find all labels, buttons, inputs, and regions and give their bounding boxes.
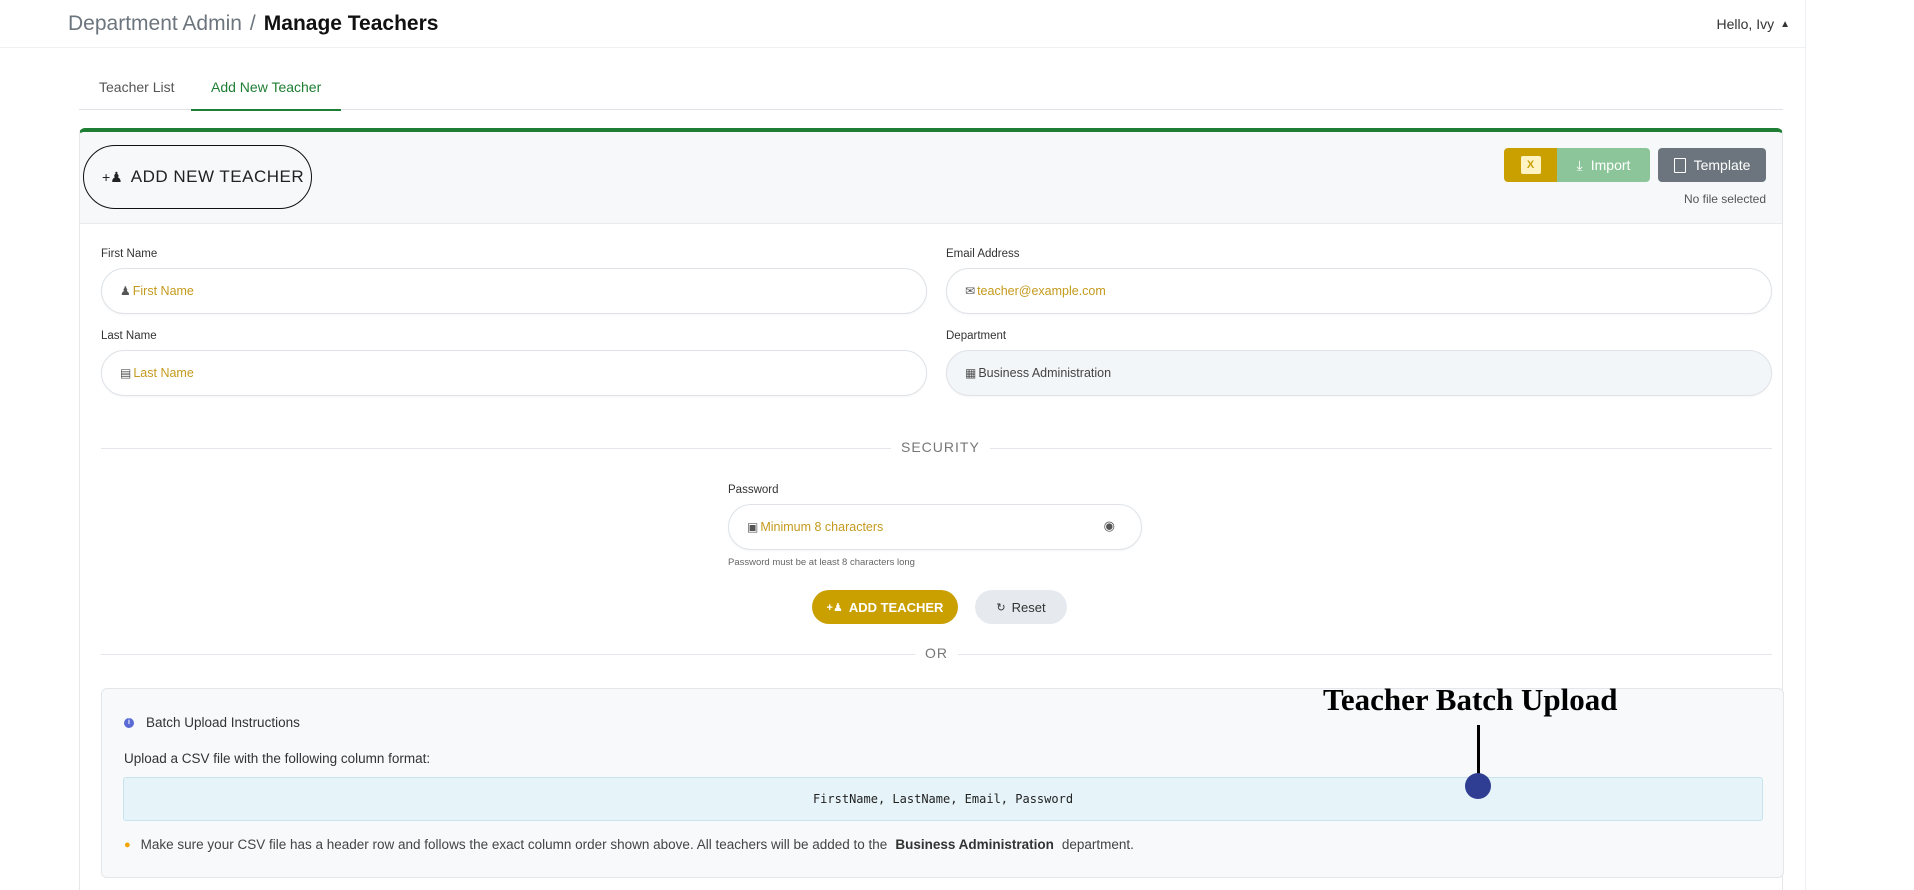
tip-department: Business Administration xyxy=(895,837,1054,852)
add-teacher-button[interactable]: +♟ ADD TEACHER xyxy=(812,590,958,624)
user-plus-icon: +♟ xyxy=(102,168,123,185)
reset-button[interactable]: ↻ Reset xyxy=(975,590,1067,624)
template-button[interactable]: Template xyxy=(1658,148,1766,182)
csv-format-box: FirstName, LastName, Email, Password xyxy=(123,777,1763,821)
reset-label: Reset xyxy=(1011,599,1046,615)
department-value: Business Administration xyxy=(978,366,1112,380)
security-heading: SECURITY xyxy=(891,439,990,455)
first-name-label: First Name xyxy=(101,248,158,260)
envelope-icon: ✉ xyxy=(965,284,976,298)
info-icon: i xyxy=(124,717,134,728)
card-title: +♟ ADD NEW TEACHER xyxy=(83,145,312,209)
download-icon: ⤓ xyxy=(1576,156,1583,173)
csv-columns: FirstName, LastName, Email, Password xyxy=(812,792,1074,806)
eye-icon[interactable]: ◉ xyxy=(1104,518,1115,534)
last-name-label: Last Name xyxy=(101,330,157,342)
chevron-up-icon: ▲ xyxy=(1780,19,1790,30)
lock-icon: ▣ xyxy=(747,520,759,534)
password-hint: Password must be at least 8 characters l… xyxy=(728,557,915,568)
first-name-placeholder: First Name xyxy=(132,284,194,298)
refresh-icon: ↻ xyxy=(996,601,1006,614)
file-status: No file selected xyxy=(1683,192,1766,206)
add-teacher-card: +♟ ADD NEW TEACHER X ⤓ Import Template N… xyxy=(79,128,1784,890)
page-title: Manage Teachers xyxy=(263,12,439,35)
password-label: Password xyxy=(728,484,779,496)
user-greeting: Hello, Ivy xyxy=(1716,16,1775,32)
password-placeholder: Minimum 8 characters xyxy=(760,520,884,534)
last-name-placeholder: Last Name xyxy=(133,366,194,380)
department-field: ▦ Business Administration xyxy=(946,350,1772,396)
card-header: +♟ ADD NEW TEACHER X ⤓ Import Template N… xyxy=(80,132,1782,224)
file-icon xyxy=(1673,157,1686,173)
last-name-field[interactable]: ▤ Last Name xyxy=(101,350,927,396)
app-shell: Department Admin / Manage Teachers Hello, … xyxy=(0,0,1806,890)
tip-text-end: department. xyxy=(1061,837,1134,852)
building-icon: ▦ xyxy=(965,366,977,380)
breadcrumb-separator: / xyxy=(249,12,256,35)
excel-icon: X xyxy=(1520,156,1541,174)
breadcrumb-parent[interactable]: Department Admin xyxy=(68,12,242,35)
batch-title-text: Batch Upload Instructions xyxy=(146,715,300,730)
template-label: Template xyxy=(1693,157,1751,173)
batch-tip: ● Make sure your CSV file has a header r… xyxy=(124,837,1134,852)
annotation-marker xyxy=(1465,773,1491,799)
batch-subtitle: Upload a CSV file with the following col… xyxy=(124,751,431,766)
add-teacher-label: ADD TEACHER xyxy=(848,599,944,615)
tip-text: Make sure your CSV file has a header row… xyxy=(140,837,888,852)
import-button-group: X ⤓ Import Template xyxy=(1504,148,1766,182)
card-title-text: ADD NEW TEACHER xyxy=(130,167,305,186)
id-card-icon: ▤ xyxy=(120,366,132,380)
tab-add-new-teacher[interactable]: Add New Teacher xyxy=(191,80,342,111)
annotation-label: Teacher Batch Upload xyxy=(1323,682,1618,717)
breadcrumb: Department Admin / Manage Teachers xyxy=(68,12,438,36)
email-field[interactable]: ✉ teacher@example.com xyxy=(946,268,1772,314)
email-label: Email Address xyxy=(946,248,1020,260)
user-icon: ♟ xyxy=(120,284,131,298)
import-label: Import xyxy=(1590,157,1631,173)
top-bar: Department Admin / Manage Teachers Hello, … xyxy=(0,0,1806,48)
user-plus-icon: +♟ xyxy=(826,601,843,614)
batch-title: i Batch Upload Instructions xyxy=(124,715,300,730)
tab-bar: Teacher List Add New Teacher xyxy=(79,72,1783,111)
import-button[interactable]: ⤓ Import xyxy=(1557,148,1650,182)
annotation-pointer xyxy=(1477,725,1480,777)
lightbulb-icon: ● xyxy=(124,838,131,851)
first-name-field[interactable]: ♟ First Name xyxy=(101,268,927,314)
tab-teacher-list[interactable]: Teacher List xyxy=(79,80,194,110)
department-label: Department xyxy=(946,330,1007,342)
user-menu[interactable]: Hello, Ivy ▲ xyxy=(1717,16,1790,32)
password-field[interactable]: ▣ Minimum 8 characters ◉ xyxy=(728,504,1142,550)
or-text: OR xyxy=(915,645,958,661)
email-placeholder: teacher@example.com xyxy=(977,284,1106,298)
excel-file-button[interactable]: X xyxy=(1504,148,1557,182)
